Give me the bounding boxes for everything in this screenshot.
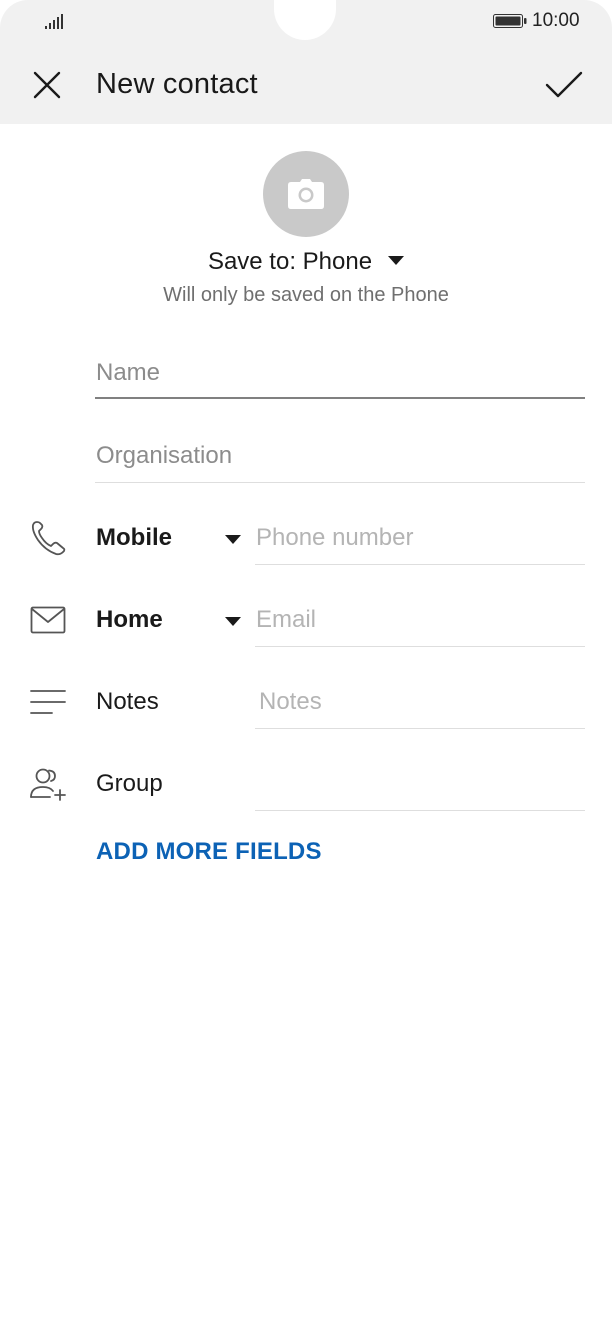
email-underline xyxy=(255,646,585,647)
chevron-down-icon xyxy=(388,256,405,265)
save-to-selector[interactable]: Save to: Phone xyxy=(0,248,612,276)
organisation-input[interactable]: Organisation xyxy=(96,442,232,470)
group-underline xyxy=(255,810,585,811)
phone-icon xyxy=(28,518,68,558)
add-photo-button[interactable] xyxy=(263,151,349,237)
notes-label: Notes xyxy=(96,688,159,715)
status-time: 10:00 xyxy=(532,10,580,31)
notes-icon xyxy=(28,682,68,722)
save-button[interactable] xyxy=(540,62,588,108)
status-bar: 10:00 xyxy=(0,0,612,44)
page-title: New contact xyxy=(96,68,258,100)
phone-underline xyxy=(255,564,585,565)
signal-icon xyxy=(45,14,63,29)
add-more-fields-button[interactable]: ADD MORE FIELDS xyxy=(96,838,322,866)
email-type-selector[interactable]: Home xyxy=(96,606,163,634)
name-input[interactable]: Name xyxy=(96,359,160,387)
chevron-down-icon[interactable] xyxy=(225,535,241,544)
email-icon xyxy=(28,600,68,640)
notes-input[interactable]: Notes xyxy=(259,688,322,716)
email-input[interactable]: Email xyxy=(256,606,316,634)
phone-number-input[interactable]: Phone number xyxy=(256,524,413,552)
close-button[interactable] xyxy=(24,62,70,108)
display-notch xyxy=(274,0,336,40)
organisation-underline xyxy=(95,482,585,483)
check-icon xyxy=(545,71,583,98)
name-input-underline xyxy=(95,397,585,399)
close-icon xyxy=(33,71,61,99)
save-to-note: Will only be saved on the Phone xyxy=(163,284,449,306)
app-bar: New contact xyxy=(0,44,612,124)
save-to-label: Save to: Phone xyxy=(207,248,373,275)
camera-icon xyxy=(288,179,324,209)
chevron-down-icon[interactable] xyxy=(225,617,241,626)
phone-type-selector[interactable]: Mobile xyxy=(96,524,172,552)
battery-icon xyxy=(493,14,527,28)
notes-underline xyxy=(255,728,585,729)
add-group-icon xyxy=(28,764,68,804)
group-label[interactable]: Group xyxy=(96,770,163,798)
